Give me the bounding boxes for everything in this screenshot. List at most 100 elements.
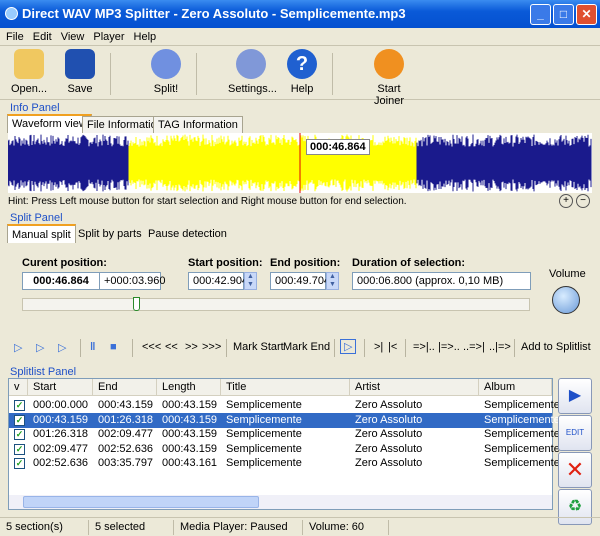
menu-player[interactable]: Player (87, 28, 127, 43)
cell-start: 002:09.477 (33, 443, 88, 455)
add-to-splitlist-button[interactable]: Add to Splitlist (521, 341, 591, 353)
status-bar: 5 section(s) 5 selected Media Player: Pa… (0, 517, 600, 536)
column-header-length[interactable]: Length (157, 379, 221, 396)
cell-start: 000:43.159 (33, 414, 88, 426)
table-row[interactable]: ✓000:00.000000:43.159000:43.159Semplicem… (9, 398, 552, 413)
tab-pause-detection[interactable]: Pause detection (142, 226, 233, 243)
position-slider[interactable] (22, 298, 530, 311)
play-marked-icon[interactable]: ▷ (340, 339, 356, 354)
column-header-check[interactable]: v (9, 379, 28, 396)
zoom-in-icon[interactable]: + (559, 194, 573, 208)
cell-album: Semplicemente (484, 428, 560, 440)
cell-title: Semplicemente (226, 443, 302, 455)
volume-knob[interactable] (552, 286, 580, 314)
minimize-button[interactable]: _ (530, 4, 551, 25)
menu-edit[interactable]: Edit (27, 28, 55, 43)
start-position-label: Start position: (188, 257, 263, 269)
row-checkbox[interactable]: ✓ (14, 429, 25, 440)
play-section-button[interactable]: ▶ (558, 378, 592, 414)
forward-button[interactable]: >> (185, 341, 198, 353)
move-start-right-button[interactable]: |=>.. (438, 341, 460, 353)
help-button[interactable]: ?Help (287, 49, 317, 95)
row-checkbox[interactable]: ✓ (14, 458, 25, 469)
start-position-input[interactable]: 000:42.904 (188, 272, 244, 290)
go-start-button[interactable]: >| (374, 341, 383, 353)
table-row[interactable]: ✓001:26.318002:09.477000:43.159Semplicem… (9, 427, 552, 442)
cell-length: 000:43.159 (162, 428, 217, 440)
waveform-view[interactable]: 000:46.864 (8, 133, 592, 193)
play-icon[interactable]: ▷ (14, 341, 22, 354)
start-position-spinner[interactable]: ▲▼ (244, 272, 257, 290)
end-position-input[interactable]: 000:49.704 (270, 272, 326, 290)
open-folder-icon (14, 49, 44, 79)
position-slider-thumb[interactable] (133, 297, 140, 311)
row-checkbox[interactable]: ✓ (14, 400, 25, 411)
status-selected: 5 selected (95, 521, 145, 533)
table-row[interactable]: ✓000:43.159001:26.318000:43.159Semplicem… (9, 413, 552, 428)
close-button[interactable]: ✕ (576, 4, 597, 25)
tab-manual-split[interactable]: Manual split (7, 224, 76, 243)
forward-fast-button[interactable]: >>> (202, 341, 221, 353)
cell-length: 000:43.161 (162, 457, 217, 469)
title-bar: Direct WAV MP3 Splitter - Zero Assoluto … (0, 0, 600, 28)
mark-end-button[interactable]: Mark End (283, 341, 330, 353)
move-end-right-button[interactable]: ..|=> (489, 341, 511, 353)
end-position-spinner[interactable]: ▲▼ (326, 272, 339, 290)
zoom-out-icon[interactable]: − (576, 194, 590, 208)
go-end-button[interactable]: |< (388, 341, 397, 353)
cell-length: 000:43.159 (162, 414, 217, 426)
current-position-label: Curent position: (22, 257, 107, 269)
cell-artist: Zero Assoluto (355, 457, 422, 469)
cell-title: Semplicemente (226, 457, 302, 469)
tab-split-by-parts[interactable]: Split by parts (72, 226, 148, 243)
waveform-graphic[interactable] (8, 133, 592, 193)
rewind-fast-button[interactable]: <<< (142, 341, 161, 353)
splitlist-panel-label: Splitlist Panel (10, 366, 76, 378)
cell-album: Semplicemente (484, 414, 560, 426)
play-selection-icon[interactable]: ▷ (58, 341, 66, 354)
status-volume: Volume: 60 (309, 521, 364, 533)
open-label: Open... (11, 83, 47, 95)
column-header-album[interactable]: Album (479, 379, 552, 396)
menu-bar: FileEditViewPlayerHelp (0, 28, 600, 46)
column-header-artist[interactable]: Artist (350, 379, 479, 396)
rewind-button[interactable]: << (165, 341, 178, 353)
split-label: Split! (154, 83, 178, 95)
start-joiner-button[interactable]: Start Joiner (362, 49, 416, 107)
menu-file[interactable]: File (0, 28, 27, 43)
pause-icon[interactable]: ‖ (90, 341, 95, 353)
window-title: Direct WAV MP3 Splitter - Zero Assoluto … (22, 6, 406, 21)
table-row[interactable]: ✓002:52.636003:35.797000:43.161Semplicem… (9, 456, 552, 471)
maximize-button[interactable]: □ (553, 4, 574, 25)
save-button[interactable]: Save (62, 49, 98, 95)
menu-help[interactable]: Help (128, 28, 160, 43)
menu-view[interactable]: View (55, 28, 88, 43)
current-position-field: 000:46.864 (22, 272, 100, 290)
edit-section-button[interactable]: EDIT (558, 415, 592, 451)
stop-icon[interactable]: ■ (110, 341, 117, 353)
horizontal-scrollbar[interactable] (9, 495, 552, 509)
tab-waveform-view[interactable]: Waveform view (7, 114, 92, 133)
delete-section-button[interactable]: ✕ (558, 452, 592, 488)
move-start-left-button[interactable]: =>|.. (413, 341, 435, 353)
move-end-left-button[interactable]: ..=>| (463, 341, 485, 353)
column-header-start[interactable]: Start (28, 379, 93, 396)
column-header-title[interactable]: Title (221, 379, 350, 396)
table-row[interactable]: ✓002:09.477002:52.636000:43.159Semplicem… (9, 442, 552, 457)
split-button[interactable]: Split! (148, 49, 184, 95)
column-header-end[interactable]: End (93, 379, 157, 396)
open-button[interactable]: Open... (10, 49, 48, 95)
settings-button[interactable]: Settings... (228, 49, 274, 95)
row-checkbox[interactable]: ✓ (14, 415, 25, 426)
toolbar: Open... Save Split! Settings... ?Help St… (0, 47, 600, 100)
tab-tag-information[interactable]: TAG Information (153, 116, 243, 133)
play-region-icon[interactable]: ▷ (36, 341, 44, 354)
cell-album: Semplicemente (484, 399, 560, 411)
cell-start: 002:52.636 (33, 457, 88, 469)
waveform-selection (129, 135, 416, 192)
row-checkbox[interactable]: ✓ (14, 444, 25, 455)
scrollbar-thumb[interactable] (23, 496, 259, 508)
mark-start-button[interactable]: Mark Start (233, 341, 284, 353)
cell-album: Semplicemente (484, 443, 560, 455)
volume-label: Volume (549, 268, 586, 280)
